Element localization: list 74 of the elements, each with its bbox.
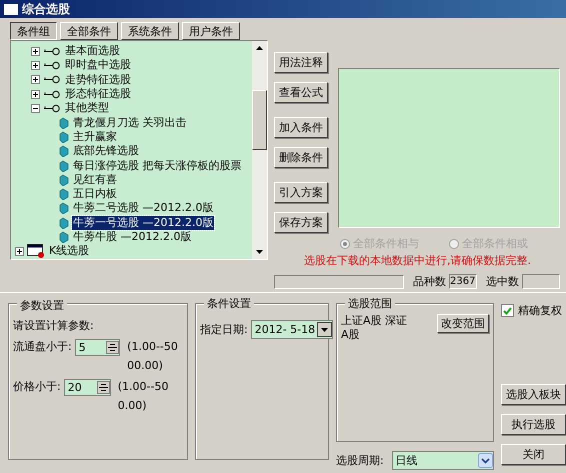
change-scope-button[interactable]: 改变范围 xyxy=(437,314,489,333)
date-dropdown[interactable]: 2012- 5-18 xyxy=(250,320,334,339)
tree-item[interactable]: 牛蒡牛股 —2012.2.0版 xyxy=(72,230,192,244)
check-icon xyxy=(503,306,512,314)
scroll-thumb[interactable] xyxy=(252,90,267,150)
tree-item[interactable]: 青龙偃月刀选 关羽出击 xyxy=(72,116,188,130)
tree-item[interactable]: 牛蒡二号选股 —2012.2.0版 xyxy=(72,201,214,216)
gem-icon xyxy=(57,188,69,200)
key-icon xyxy=(43,60,61,70)
side-button[interactable]: 加入条件 xyxy=(274,117,328,138)
gem-icon xyxy=(57,160,69,172)
checkbox-label: 精确复权 xyxy=(518,303,562,318)
tree-item[interactable]: 每日涨停选股 把每天涨停板的股票 xyxy=(72,158,242,173)
count-value: 2367 xyxy=(449,274,477,289)
tree-item[interactable]: 牛蒡一号选股 —2012.2.0版 xyxy=(72,216,214,230)
range-text: (1.00--500.00) xyxy=(118,379,170,414)
selected-count-label: 选中数 xyxy=(486,274,519,289)
tree-item[interactable]: K线选股 xyxy=(48,244,90,258)
key-icon xyxy=(43,90,61,99)
tab[interactable]: 全部条件 xyxy=(60,22,118,40)
tree-item[interactable]: 基本面选股 xyxy=(64,44,121,58)
tab[interactable]: 条件组 xyxy=(10,22,57,40)
tab[interactable]: 系统条件 xyxy=(121,22,179,40)
key-icon xyxy=(43,104,61,113)
tree-item[interactable]: 即时盘中选股 xyxy=(64,58,132,72)
tree-item[interactable]: 主升赢家 xyxy=(72,130,118,144)
spin-arrows-icon xyxy=(106,341,120,354)
tree-item[interactable]: 五日内板 xyxy=(72,187,118,202)
checkbox[interactable] xyxy=(501,304,514,317)
window-icon xyxy=(4,4,18,14)
gem-icon xyxy=(57,174,69,186)
period-dropdown[interactable]: 日线 xyxy=(392,451,494,470)
field-label: 选股周期: xyxy=(336,453,384,468)
field-label: 价格小于: xyxy=(13,379,61,395)
prompt-text: 请设置计算参数: xyxy=(13,318,95,334)
group-title: 条件设置 xyxy=(204,296,254,311)
side-button[interactable]: 引入方案 xyxy=(274,182,328,203)
spin-arrows-icon xyxy=(96,381,110,394)
spin-field[interactable]: 5 xyxy=(74,339,120,356)
field-label: 流通盘小于: xyxy=(13,339,72,355)
range-text: (1.00--5000.00) xyxy=(127,339,179,374)
action-button[interactable]: 选股入板块 xyxy=(501,384,566,405)
tree-item[interactable]: 见红有喜 xyxy=(72,172,118,187)
scrollbar[interactable] xyxy=(252,41,267,259)
side-button[interactable]: 删除条件 xyxy=(274,147,328,168)
field-label: 指定日期: xyxy=(200,322,248,337)
side-button[interactable]: 用法注释 xyxy=(274,52,328,73)
gem-icon xyxy=(57,116,69,129)
action-button[interactable]: 关闭 xyxy=(501,444,566,465)
key-icon xyxy=(43,75,61,84)
tree-item[interactable]: 形态特征选股 xyxy=(64,87,132,102)
window-icon xyxy=(27,244,45,258)
side-button[interactable]: 保存方案 xyxy=(274,212,328,233)
scope-text: 上证A股 深证A股 xyxy=(341,314,408,342)
group-title: 选股范围 xyxy=(345,296,395,311)
tab[interactable]: 用户条件 xyxy=(182,22,240,40)
gem-icon xyxy=(57,145,69,158)
count-label: 品种数 xyxy=(413,274,446,289)
window-title: 综合选股 xyxy=(22,0,70,18)
action-button[interactable]: 执行选股 xyxy=(501,414,566,435)
tree-item[interactable]: 其他类型 xyxy=(64,101,110,116)
gem-icon xyxy=(57,216,69,229)
gem-icon xyxy=(57,130,69,143)
gem-icon xyxy=(57,202,69,214)
tree-item[interactable]: 走势特征选股 xyxy=(64,72,132,87)
side-button[interactable]: 查看公式 xyxy=(274,82,328,103)
selected-count-value xyxy=(522,274,560,289)
down-arrow-icon xyxy=(256,250,263,254)
notice-text: 选股在下载的本地数据中进行,请确保数据完整. xyxy=(303,253,532,268)
tree-item[interactable]: 底部先锋选股 xyxy=(72,144,140,158)
spin-field[interactable]: 20 xyxy=(64,379,111,396)
gem-icon xyxy=(57,231,69,243)
key-icon xyxy=(43,46,61,56)
up-arrow-icon xyxy=(256,46,263,50)
